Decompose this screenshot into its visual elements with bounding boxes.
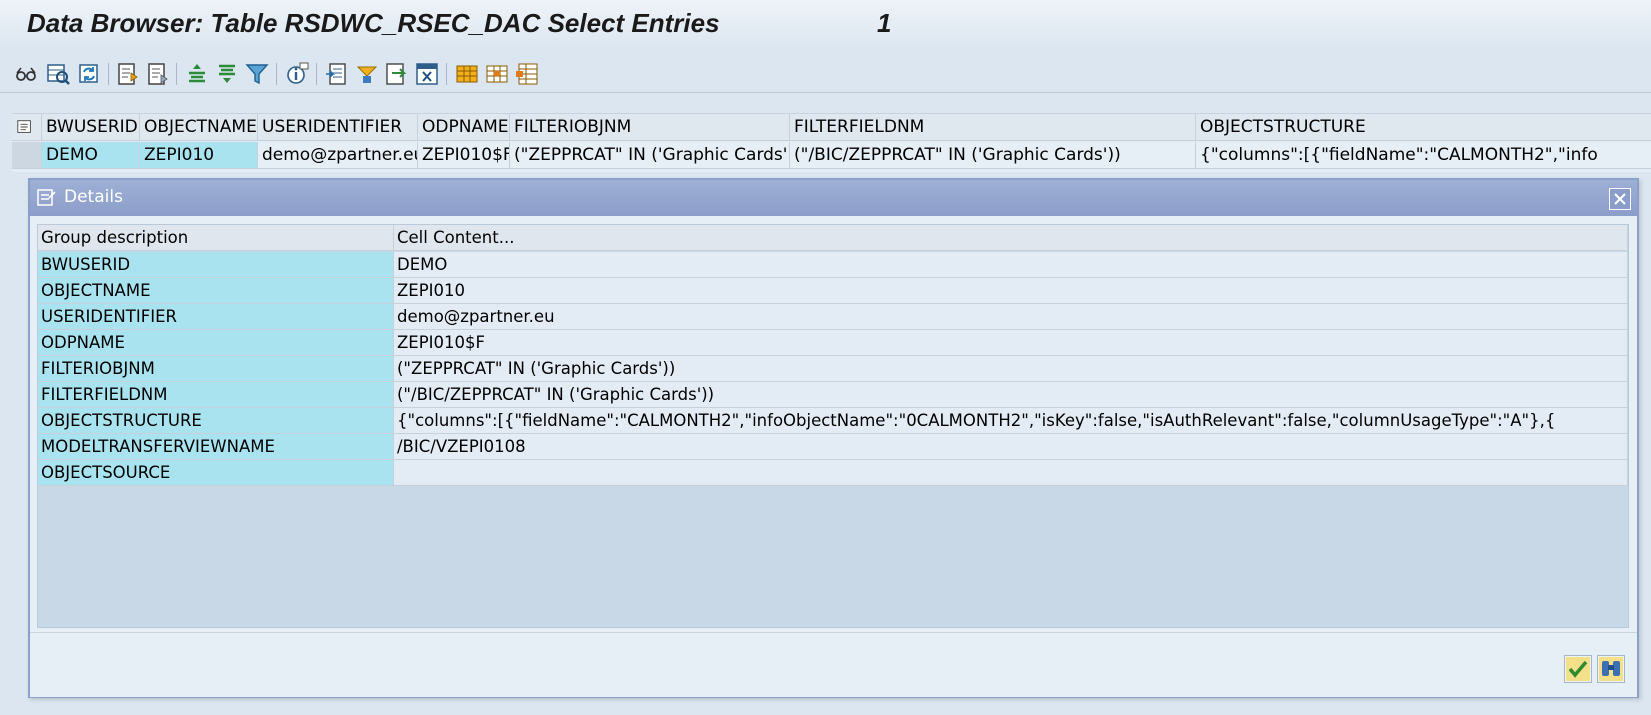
field-name: FILTERFIELDNM: [38, 382, 394, 408]
grid-header-row: BWUSERID OBJECTNAME USERIDENTIFIER ODPNA…: [12, 114, 1651, 141]
field-name: USERIDENTIFIER: [38, 304, 394, 330]
field-value[interactable]: demo@zpartner.eu: [394, 304, 1628, 330]
table-row[interactable]: USERIDENTIFIER demo@zpartner.eu: [38, 304, 1628, 330]
field-name: MODELTRANSFERVIEWNAME: [38, 434, 394, 460]
details-header-row: Group description Cell Content...: [38, 225, 1628, 251]
details-dialog: Details Group description Cell Content..…: [28, 178, 1639, 698]
continue-check-icon[interactable]: [1564, 655, 1592, 683]
column-header-odpname[interactable]: ODPNAME: [418, 114, 510, 141]
cell-bwuserid[interactable]: DEMO: [42, 142, 140, 169]
filter-icon[interactable]: [244, 61, 270, 87]
layout-management-icon[interactable]: [514, 61, 540, 87]
transfer-icon[interactable]: [384, 61, 410, 87]
details-dialog-icon: [37, 189, 57, 207]
dialog-title-bar[interactable]: Details: [30, 180, 1637, 216]
field-name: OBJECTSOURCE: [38, 460, 394, 486]
sort-descending-icon[interactable]: [214, 61, 240, 87]
export-icon[interactable]: [324, 61, 350, 87]
cell-filteriobjnm[interactable]: ("ZEPPRCAT" IN ('Graphic Cards')): [510, 142, 790, 169]
dialog-title: Details: [64, 187, 123, 207]
cell-objectname[interactable]: ZEPI010: [140, 142, 258, 169]
choose-layout-icon[interactable]: [454, 61, 480, 87]
table-row[interactable]: OBJECTNAME ZEPI010: [38, 278, 1628, 304]
table-row[interactable]: FILTERFIELDNM ("/BIC/ZEPPRCAT" IN ('Grap…: [38, 382, 1628, 408]
table-row[interactable]: OBJECTSOURCE: [38, 460, 1628, 486]
field-name: BWUSERID: [38, 252, 394, 278]
dialog-footer: [30, 632, 1637, 697]
cell-useridentifier[interactable]: demo@zpartner.eu: [258, 142, 418, 169]
application-toolbar: [0, 54, 1651, 93]
window-title: Data Browser: Table RSDWC_RSEC_DAC Selec…: [27, 8, 720, 38]
title-bar: Data Browser: Table RSDWC_RSEC_DAC Selec…: [0, 0, 1651, 46]
sort-ascending-icon[interactable]: [184, 61, 210, 87]
cell-objectstructure[interactable]: {"columns":[{"fieldName":"CALMONTH2","in…: [1196, 142, 1651, 169]
save-layout-icon[interactable]: [484, 61, 510, 87]
details-alt-icon[interactable]: [145, 61, 171, 87]
column-header-useridentifier[interactable]: USERIDENTIFIER: [258, 114, 418, 141]
header-cell-content[interactable]: Cell Content...: [394, 225, 1628, 251]
glasses-icon[interactable]: [13, 61, 39, 87]
column-header-filterfieldnm[interactable]: FILTERFIELDNM: [790, 114, 1196, 141]
header-group-description[interactable]: Group description: [38, 225, 394, 251]
column-header-objectstructure[interactable]: OBJECTSTRUCTURE: [1196, 114, 1651, 141]
info-icon[interactable]: [284, 61, 310, 87]
details-icon[interactable]: [115, 61, 141, 87]
field-value[interactable]: ZEPI010: [394, 278, 1628, 304]
check-table-icon[interactable]: [45, 61, 71, 87]
cell-odpname[interactable]: ZEPI010$F: [418, 142, 510, 169]
result-grid: BWUSERID OBJECTNAME USERIDENTIFIER ODPNA…: [12, 113, 1651, 172]
field-value[interactable]: /BIC/VZEPI0108: [394, 434, 1628, 460]
print-preview-icon[interactable]: [414, 61, 440, 87]
field-name: FILTERIOBJNM: [38, 356, 394, 382]
table-row[interactable]: MODELTRANSFERVIEWNAME /BIC/VZEPI0108: [38, 434, 1628, 460]
table-row[interactable]: FILTERIOBJNM ("ZEPPRCAT" IN ('Graphic Ca…: [38, 356, 1628, 382]
field-value[interactable]: ZEPI010$F: [394, 330, 1628, 356]
column-header-bwuserid[interactable]: BWUSERID: [42, 114, 140, 141]
column-header-filteriobjnm[interactable]: FILTERIOBJNM: [510, 114, 790, 141]
field-value[interactable]: [394, 460, 1628, 486]
field-name: ODPNAME: [38, 330, 394, 356]
field-value[interactable]: DEMO: [394, 252, 1628, 278]
find-binoculars-icon[interactable]: [1597, 655, 1625, 683]
field-value[interactable]: ("/BIC/ZEPPRCAT" IN ('Graphic Cards')): [394, 382, 1628, 408]
field-name: OBJECTNAME: [38, 278, 394, 304]
entry-count: 1: [877, 8, 892, 38]
table-row[interactable]: DEMO ZEPI010 demo@zpartner.eu ZEPI010$F …: [12, 142, 1651, 169]
close-icon[interactable]: [1609, 188, 1631, 210]
cell-filterfieldnm[interactable]: ("/BIC/ZEPPRCAT" IN ('Graphic Cards')): [790, 142, 1196, 169]
details-table: Group description Cell Content... BWUSER…: [37, 224, 1629, 628]
table-row[interactable]: BWUSERID DEMO: [38, 252, 1628, 278]
field-name: OBJECTSTRUCTURE: [38, 408, 394, 434]
field-value[interactable]: {"columns":[{"fieldName":"CALMONTH2","in…: [394, 408, 1628, 434]
row-selector-header-icon[interactable]: [12, 114, 42, 141]
refresh-icon[interactable]: [76, 61, 102, 87]
field-value[interactable]: ("ZEPPRCAT" IN ('Graphic Cards')): [394, 356, 1628, 382]
row-selector[interactable]: [12, 142, 42, 169]
change-layout-icon[interactable]: [354, 61, 380, 87]
table-row[interactable]: ODPNAME ZEPI010$F: [38, 330, 1628, 356]
column-header-objectname[interactable]: OBJECTNAME: [140, 114, 258, 141]
table-row[interactable]: OBJECTSTRUCTURE {"columns":[{"fieldName"…: [38, 408, 1628, 434]
